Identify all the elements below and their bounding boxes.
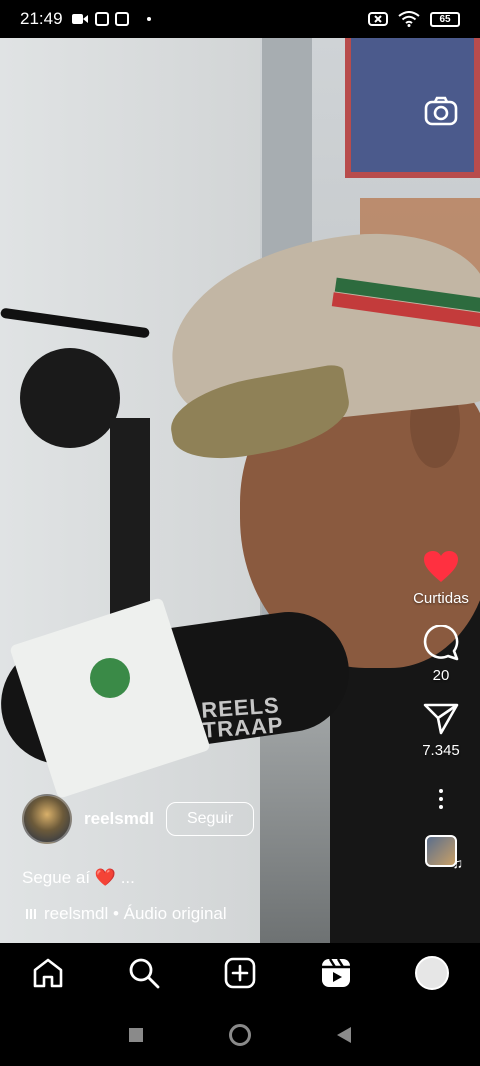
spotify-logo-icon — [90, 658, 130, 698]
shares-count: 7.345 — [422, 742, 460, 759]
search-icon — [129, 958, 160, 989]
audio-info[interactable]: reelsmdl • Áudio original — [26, 904, 227, 924]
home-icon — [33, 958, 63, 988]
nav-reels[interactable] — [316, 953, 356, 993]
recent-apps-icon[interactable] — [129, 1027, 143, 1042]
app-notification-icon-2 — [114, 12, 129, 26]
nav-profile[interactable] — [412, 953, 452, 993]
background-sign — [345, 38, 480, 178]
create-icon — [224, 957, 256, 989]
mic-mount — [20, 348, 120, 448]
caption-more[interactable]: ... — [121, 868, 135, 887]
app-notification-icon — [94, 12, 109, 26]
back-icon[interactable] — [337, 1026, 351, 1043]
home-button-icon[interactable] — [229, 1023, 251, 1046]
comment-icon — [423, 625, 459, 661]
caption-text: Segue aí — [22, 868, 91, 887]
like-button[interactable]: Curtidas — [413, 550, 469, 607]
avatar[interactable] — [22, 794, 72, 844]
nav-home[interactable] — [28, 953, 68, 993]
reel-caption[interactable]: Segue aí ❤️ ... — [22, 868, 135, 888]
battery-icon: 65 — [430, 11, 460, 27]
comment-button[interactable]: 20 — [423, 625, 459, 684]
share-button[interactable]: 7.345 — [422, 702, 460, 759]
status-bar: 21:49 65 — [0, 0, 480, 38]
music-note-icon: ♫ — [452, 855, 464, 871]
more-notifications-dot — [146, 17, 151, 21]
heart-filled-icon — [423, 551, 458, 582]
profile-avatar-icon — [415, 956, 449, 990]
audio-label: reelsmdl • Áudio original — [44, 904, 227, 923]
video-call-icon — [71, 14, 88, 24]
wifi-icon — [398, 11, 420, 27]
red-heart-emoji-icon: ❤️ — [94, 868, 116, 887]
video-watermark: REELS TRAAP — [200, 692, 285, 743]
camera-icon[interactable] — [424, 94, 458, 128]
audio-thumbnail[interactable]: ♫ — [425, 835, 463, 871]
notification-icons — [71, 12, 151, 26]
system-nav — [0, 1003, 480, 1066]
reels-icon — [322, 958, 350, 987]
bottom-nav — [0, 943, 480, 1003]
reel-actions: Curtidas 20 7.345 ♫ — [402, 550, 480, 871]
follow-button[interactable]: Seguir — [165, 802, 255, 836]
author-row: reelsmdl Seguir — [22, 794, 255, 844]
nav-create[interactable] — [220, 953, 260, 993]
comments-count: 20 — [432, 667, 450, 684]
send-icon — [423, 703, 459, 735]
author-username[interactable]: reelsmdl — [84, 809, 154, 829]
sim-x-icon — [368, 12, 388, 26]
more-options-icon[interactable] — [439, 789, 443, 809]
nav-search[interactable] — [124, 953, 164, 993]
audio-bars-icon — [26, 909, 36, 919]
like-label: Curtidas — [413, 590, 469, 607]
status-time: 21:49 — [20, 9, 63, 28]
